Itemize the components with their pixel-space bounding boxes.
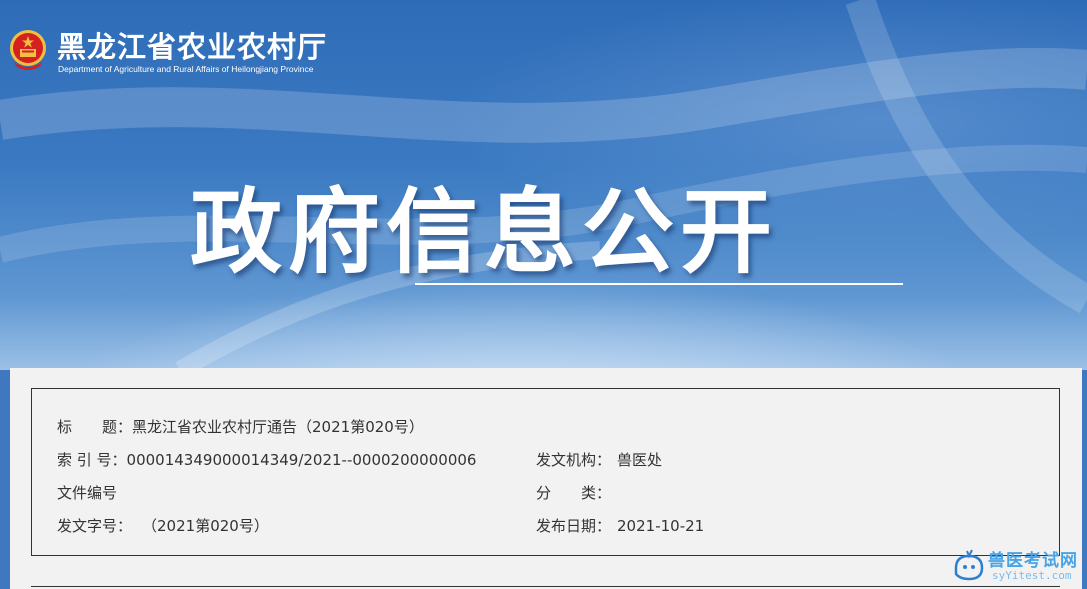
hero-underline xyxy=(415,283,903,285)
ref-number-label: 发文字号： xyxy=(57,517,133,535)
issuer-label: 发文机构： xyxy=(536,451,612,469)
category-row: 分 类： xyxy=(536,482,611,503)
watermark-url: syYitest.com xyxy=(992,569,1072,582)
org-name-cn: 黑龙江省农业农村厅 xyxy=(57,30,328,64)
header-banner: 黑龙江省农业农村厅 Department of Agriculture and … xyxy=(0,0,1087,370)
title-value: 黑龙江省农业农村厅通告（2021第020号） xyxy=(132,418,424,436)
section-divider xyxy=(31,586,1060,587)
ref-number-row: 发文字号： （2021第020号） xyxy=(57,515,269,536)
org-name-en: Department of Agriculture and Rural Affa… xyxy=(58,64,314,74)
category-label: 分 类： xyxy=(536,484,612,502)
index-label: 索 引 号： xyxy=(57,451,127,469)
title-label: 标 题： xyxy=(57,418,133,436)
publish-date-value: 2021-10-21 xyxy=(617,517,705,535)
publish-date-label: 发布日期： xyxy=(536,517,612,535)
publish-date-row: 发布日期： 2021-10-21 xyxy=(536,515,704,536)
doc-number-row: 文件编号 xyxy=(57,482,117,503)
hero-title: 政府信息公开 xyxy=(190,179,779,286)
title-row: 标 题：黑龙江省农业农村厅通告（2021第020号） xyxy=(57,416,424,437)
doc-number-label: 文件编号 xyxy=(57,484,118,502)
document-info-box: 标 题：黑龙江省农业农村厅通告（2021第020号） 索 引 号：0000143… xyxy=(31,388,1060,556)
content-area: 标 题：黑龙江省农业农村厅通告（2021第020号） 索 引 号：0000143… xyxy=(10,368,1082,589)
index-value: 000014349000014349/2021--0000200000006 xyxy=(126,451,477,469)
bird-logo-icon xyxy=(954,549,984,581)
ref-number-value: （2021第020号） xyxy=(142,517,269,535)
watermark-text: 兽医考试网 xyxy=(988,551,1078,571)
index-row: 索 引 号：000014349000014349/2021--000020000… xyxy=(57,449,476,470)
issuer-row: 发文机构： 兽医处 xyxy=(536,449,662,470)
issuer-value: 兽医处 xyxy=(617,451,663,469)
national-emblem-icon xyxy=(10,30,46,70)
